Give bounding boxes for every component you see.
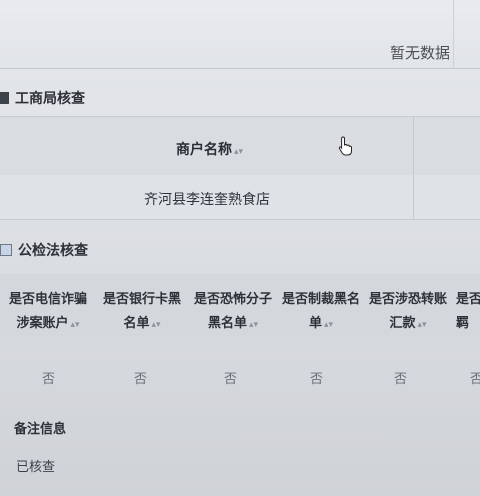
terrorist-blacklist-header[interactable]: 是否恐怖分子 黑名单 ▴▾ [190, 288, 276, 337]
telecom-fraud-value: 否 [42, 372, 56, 387]
divider [453, 0, 454, 68]
sanction-blacklist-value: 否 [310, 372, 324, 387]
cutoff-column-value: 否 [470, 372, 480, 387]
bank-card-blacklist-header[interactable]: 是否银行卡黑 名单 ▴▾ [100, 288, 184, 337]
business-check-title: 工商局核查 [0, 88, 85, 108]
header-line: 是否 [456, 292, 480, 307]
table-row: 齐河县李连奎熟食店 [0, 175, 480, 220]
header-line: 单 [308, 316, 322, 331]
header-line: 是否涉恐转账 [368, 292, 447, 307]
merchant-name-header[interactable]: 商户名称 ▴▾ [176, 139, 243, 159]
sort-icon[interactable]: ▴▾ [249, 320, 258, 330]
header-line: 是否银行卡黑 [102, 292, 181, 307]
screen: 暂无数据 工商局核查 商户名称 ▴▾ 齐河县李连奎熟食店 公检法核查 是否电信诈骗… [0, 0, 480, 496]
sort-icon[interactable]: ▴▾ [151, 320, 160, 330]
terrorist-blacklist-value: 否 [224, 372, 238, 387]
hand-pointer-icon [338, 136, 352, 156]
header-line: 涉案账户 [16, 316, 69, 331]
sort-icon[interactable]: ▴▾ [417, 320, 426, 330]
business-table-header: 商户名称 ▴▾ [0, 116, 480, 176]
sort-icon[interactable]: ▴▾ [234, 147, 243, 157]
header-line: 黑名单 [207, 316, 247, 331]
remarks-value: 已核查 [16, 460, 56, 475]
header-line: 汇款 [389, 316, 416, 331]
merchant-name-cell: 齐河县李连奎熟食店 [144, 192, 270, 208]
sort-icon[interactable]: ▴▾ [324, 320, 333, 330]
remarks-title: 备注信息 [14, 422, 67, 437]
section-marker-icon [0, 92, 9, 104]
header-line: 是否电信诈骗 [8, 292, 87, 307]
empty-data-text: 暂无数据 [389, 44, 450, 62]
public-security-table-header: 是否电信诈骗 涉案账户 ▴▾ 是否银行卡黑 名单 ▴▾ 是否恐怖分子 黑名单 ▴▾ 是… [0, 274, 480, 336]
public-security-check-title-text: 公检法核查 [18, 243, 88, 259]
header-line: 是否恐怖分子 [193, 292, 272, 307]
telecom-fraud-header[interactable]: 是否电信诈骗 涉案账户 ▴▾ [4, 288, 92, 337]
merchant-name-header-label: 商户名称 [176, 142, 232, 158]
column-divider [413, 175, 414, 219]
table-row: 否 否 否 否 否 否 [0, 356, 480, 396]
bank-card-blacklist-value: 否 [134, 372, 148, 387]
terror-transfer-header[interactable]: 是否涉恐转账 汇款 ▴▾ [366, 288, 450, 337]
column-divider [413, 117, 414, 175]
header-line: 名单 [123, 316, 150, 331]
empty-data-panel: 暂无数据 [0, 0, 480, 69]
terror-transfer-value: 否 [394, 372, 408, 387]
sort-icon[interactable]: ▴▾ [70, 320, 79, 330]
checkbox-icon[interactable] [0, 244, 12, 256]
sanction-blacklist-header[interactable]: 是否制裁黑名 单 ▴▾ [280, 288, 362, 337]
cutoff-column-header[interactable]: 是否 羁 [456, 288, 480, 336]
header-line: 羁 [456, 316, 470, 331]
header-line: 是否制裁黑名 [281, 292, 360, 307]
public-security-check-title: 公检法核查 [0, 240, 88, 260]
business-check-title-text: 工商局核查 [15, 91, 85, 107]
